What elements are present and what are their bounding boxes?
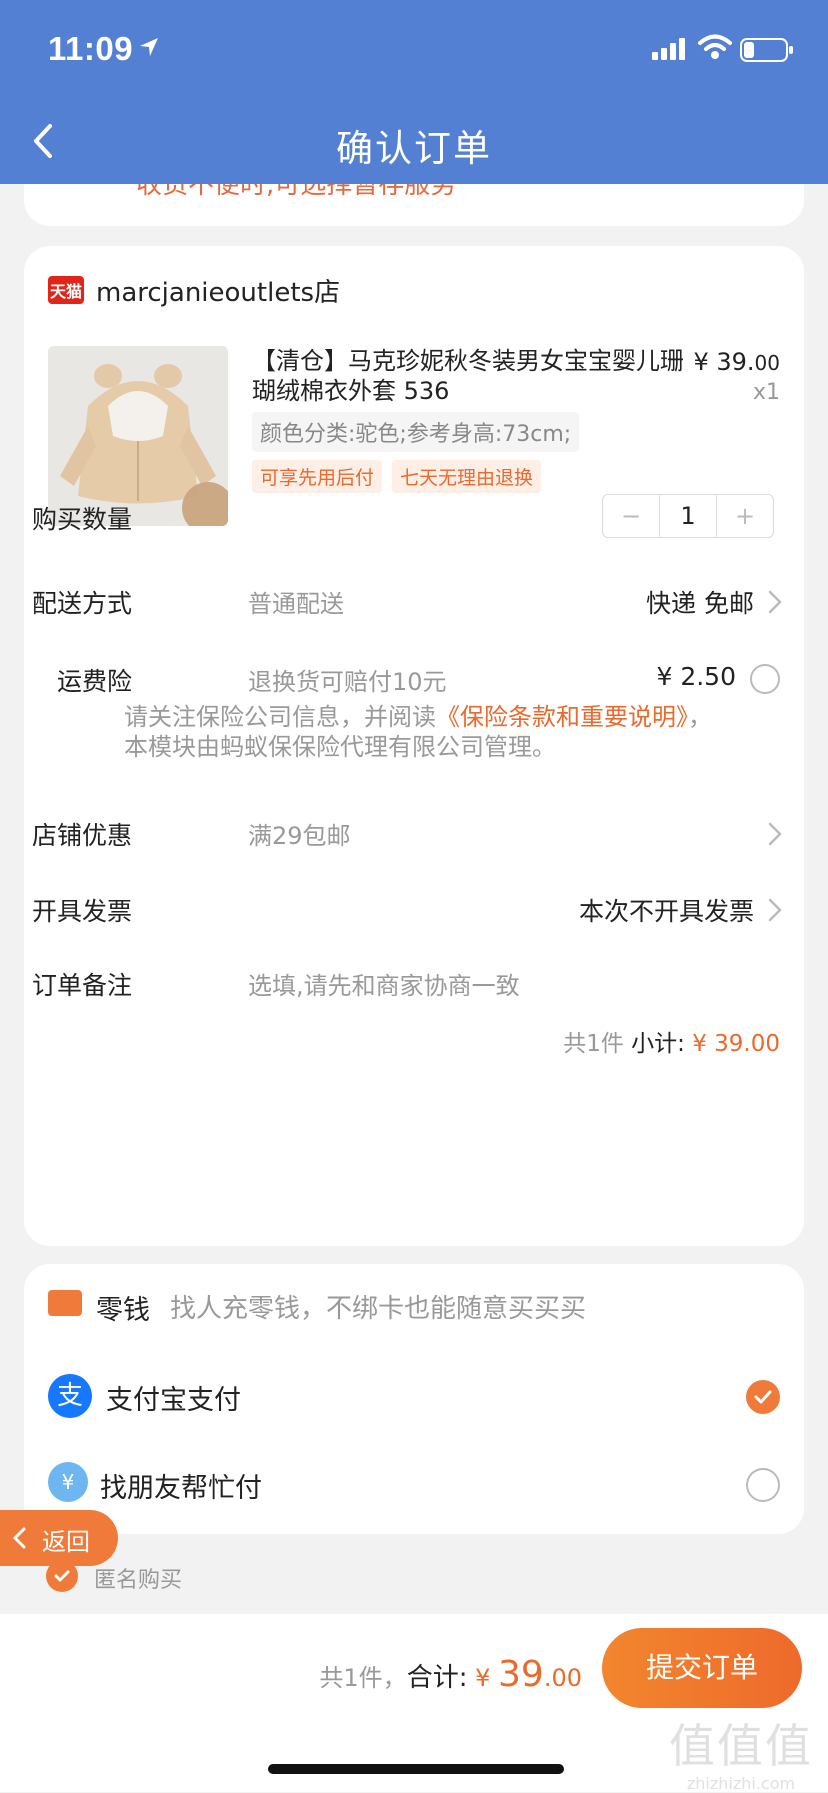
- total-currency: ¥: [475, 1664, 491, 1692]
- alipay-icon: 支: [48, 1374, 92, 1418]
- shop-order-card: 天猫 marcjanieoutlets店 【清仓】马克珍妮秋冬装男女宝宝婴儿珊瑚…: [24, 246, 804, 1246]
- product-price-decimal: 00: [754, 351, 780, 375]
- remark-label: 订单备注: [31, 971, 132, 1000]
- insurance-terms-link[interactable]: 《保险条款和重要说明》: [436, 703, 688, 731]
- total-count: 共1件，: [319, 1664, 407, 1692]
- watermark-logo: 值值值: [669, 1719, 813, 1773]
- change-row[interactable]: 零钱 找人充零钱，不绑卡也能随意买买买: [24, 1276, 804, 1336]
- order-total: 共1件，合计: ¥ 39.00: [319, 1654, 582, 1695]
- insurance-price: ¥ 2.50: [656, 662, 736, 691]
- change-desc: 找人充零钱，不绑卡也能随意买买买: [170, 1294, 587, 1324]
- quantity-value[interactable]: 1: [659, 495, 717, 537]
- wallet-icon: [48, 1290, 82, 1316]
- status-time: 11:09: [48, 30, 134, 67]
- navigation-bar: 确认订单: [0, 100, 828, 184]
- payment-card: 零钱 找人充零钱，不绑卡也能随意买买买 支 支付宝支付 ¥ 找朋友帮忙付: [24, 1264, 804, 1534]
- subtotal: 共1件 小计: ¥ 39.00: [563, 1024, 780, 1058]
- product-title[interactable]: 【清仓】马克珍妮秋冬装男女宝宝婴儿珊瑚绒棉衣外套 536: [252, 346, 692, 406]
- alipay-selected-check[interactable]: [746, 1380, 780, 1414]
- check-icon: [54, 1570, 70, 1582]
- chevron-right-icon: [768, 898, 782, 922]
- anonymous-checkbox[interactable]: [46, 1560, 78, 1592]
- insurance-label: 运费险: [56, 667, 132, 696]
- floating-back-label: 返回: [42, 1528, 90, 1556]
- remark-input[interactable]: 选填,请先和商家协商一致: [248, 966, 520, 1001]
- check-icon: [754, 1390, 772, 1404]
- friend-pay-radio[interactable]: [746, 1468, 780, 1502]
- discount-label: 店铺优惠: [31, 821, 132, 850]
- delivery-label: 配送方式: [31, 589, 132, 618]
- insurance-radio[interactable]: [750, 664, 780, 694]
- chevron-right-icon: [768, 822, 782, 846]
- quantity-label: 购买数量: [31, 505, 132, 534]
- watermark: 值值值 zhizhizhi.com: [666, 1710, 816, 1793]
- invoice-row[interactable]: 开具发票 本次不开具发票: [24, 880, 804, 940]
- battery-icon: [740, 38, 793, 62]
- delivery-desc: 普通配送: [248, 590, 344, 618]
- total-decimal: .00: [543, 1664, 582, 1692]
- insurance-notice: 请关注保险公司信息，并阅读《保险条款和重要说明》，本模块由蚂蚁保保险代理有限公司…: [124, 702, 724, 762]
- subtotal-label: 小计:: [631, 1031, 685, 1057]
- change-label: 零钱: [96, 1295, 150, 1326]
- discount-desc: 满29包邮: [248, 822, 351, 850]
- subtotal-count: 共1件: [563, 1031, 624, 1057]
- shop-header[interactable]: 天猫 marcjanieoutlets店: [48, 270, 340, 310]
- order-remark-row: 订单备注 选填,请先和商家协商一致: [24, 954, 804, 1014]
- quantity-row: 购买数量 − 1 +: [24, 488, 804, 548]
- shop-discount-row[interactable]: 店铺优惠 满29包邮: [24, 804, 804, 864]
- page-title: 确认订单: [336, 127, 492, 170]
- friend-pay-label: 找朋友帮忙付: [100, 1473, 262, 1504]
- shipping-insurance-row[interactable]: 运费险 退换货可赔付10元 ¥ 2.50: [24, 650, 804, 710]
- invoice-value: 本次不开具发票: [578, 897, 754, 926]
- increase-button[interactable]: +: [717, 495, 773, 537]
- invoice-label: 开具发票: [31, 897, 132, 926]
- insurance-desc: 退换货可赔付10元: [248, 668, 447, 696]
- home-indicator: [268, 1764, 564, 1774]
- chevron-left-icon: [13, 1527, 26, 1549]
- floating-back-button[interactable]: 返回: [0, 1510, 118, 1566]
- product-price: ¥ 39.00: [693, 348, 780, 376]
- cellular-signal-icon: [652, 38, 685, 60]
- tmall-icon: 天猫: [48, 276, 84, 304]
- shop-name: marcjanieoutlets店: [96, 277, 341, 308]
- product-spec: 颜色分类:驼色;参考身高:73cm;: [252, 412, 580, 452]
- alipay-row[interactable]: 支 支付宝支付: [24, 1368, 804, 1428]
- alipay-label: 支付宝支付: [106, 1385, 241, 1416]
- submit-order-button[interactable]: 提交订单: [602, 1628, 802, 1708]
- wifi-icon: [698, 34, 732, 59]
- total-main: 39: [498, 1654, 544, 1695]
- product-price-main: ¥ 39.: [693, 348, 755, 376]
- friend-pay-row[interactable]: ¥ 找朋友帮忙付: [24, 1456, 804, 1516]
- chevron-right-icon: [768, 590, 782, 614]
- location-arrow-icon: [140, 38, 158, 56]
- delivery-row[interactable]: 配送方式 普通配送 快递 免邮: [24, 572, 804, 632]
- quantity-stepper[interactable]: − 1 +: [602, 494, 774, 538]
- product-quantity: x1: [752, 380, 780, 405]
- delivery-value: 快递 免邮: [646, 589, 754, 618]
- subtotal-money: ¥ 39.00: [692, 1031, 780, 1057]
- friend-pay-icon: ¥: [48, 1462, 88, 1502]
- notice-text-before: 请关注保险公司信息，并阅读: [124, 703, 436, 731]
- decrease-button[interactable]: −: [603, 495, 659, 537]
- status-bar: 11:09: [0, 0, 828, 100]
- watermark-url: zhizhizhi.com: [686, 1774, 796, 1793]
- total-label: 合计:: [406, 1663, 468, 1693]
- bottom-bar: 共1件，合计: ¥ 39.00 提交订单 值值值 zhizhizhi.com: [0, 1614, 828, 1793]
- anonymous-label: 匿名购买: [94, 1568, 183, 1593]
